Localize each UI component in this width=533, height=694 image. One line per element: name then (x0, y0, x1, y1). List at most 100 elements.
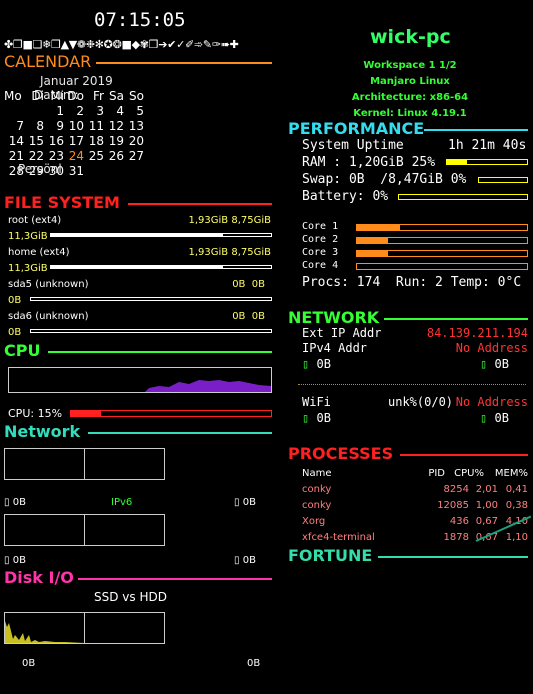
proc-mem: 1,10 (505, 532, 528, 543)
proc-pid: 436 (449, 516, 469, 527)
core-label: Core 1 (302, 221, 339, 232)
fs-used: 11,3GiB (8, 263, 48, 274)
proc-cpu: 2,01 (475, 484, 498, 495)
net-up-graph-2 (84, 514, 165, 546)
weekday: Mo (4, 89, 22, 103)
diskio-header: Disk I/O (4, 568, 272, 588)
proc-cpu: 1,00 (475, 500, 498, 511)
calendar-weekdays: Mo Di Mi Do Fr Sa So (4, 89, 144, 104)
proc-name: xfce4-terminal (302, 532, 375, 543)
fs-usage-bar (30, 297, 272, 301)
diskio-divider (78, 578, 272, 580)
proc-pid: 12085 (437, 500, 469, 511)
col-mem-header: MEM% (494, 468, 528, 479)
day: 8 (36, 119, 44, 133)
network-dotted-divider (298, 384, 526, 385)
wifi-up-value: 0B (494, 411, 509, 425)
eth-down-value: 0B (316, 357, 331, 371)
wifi-ip-value: No Address (455, 395, 528, 409)
day: 20 (128, 134, 144, 148)
filesystem-divider (128, 203, 272, 205)
processes-title: PROCESSES (288, 444, 394, 463)
day: 3 (96, 104, 104, 118)
fs-usage-bar (30, 329, 272, 333)
calendar-header: CALENDAR (4, 52, 272, 72)
distro-label: Manjaro Linux (370, 76, 450, 87)
wifi-down: ▯ 0B (302, 411, 331, 425)
battery-bar (398, 194, 528, 200)
weekday: Di (31, 89, 44, 103)
disk-ssd-graph (4, 612, 85, 644)
day: 4 (116, 104, 124, 118)
calendar-title: CALENDAR (4, 52, 92, 71)
fortune-divider (378, 556, 528, 558)
fs-sizes: 1,93GiB 8,75GiB (188, 215, 272, 226)
proc-name: conky (302, 484, 332, 495)
proc-pid: 1878 (443, 532, 469, 543)
day: 1 (56, 104, 64, 118)
up-icon: ▯ (234, 555, 240, 566)
day: 18 (88, 134, 104, 148)
ext-ip-label: Ext IP Addr (302, 326, 382, 340)
core-2-bar (356, 237, 528, 244)
system-info: Workspace 1 1/2 Manjaro Linux Architectu… (340, 58, 480, 122)
cpu-bar (70, 410, 272, 417)
processes-divider (400, 454, 528, 456)
performance-header: PERFORMANCE (288, 119, 528, 139)
performance-divider (424, 129, 528, 131)
day: 11 (88, 119, 104, 133)
symbol-row: ✤❐■❑❄❒▲▼❁❉✻✪❂■◆✾❐➔✔✓✐➾✎✑➠✚ (4, 38, 239, 51)
calendar-divider (96, 62, 272, 64)
day: 31 (68, 164, 84, 178)
calendar-week: 14 15 16 17 18 19 20 (4, 134, 144, 149)
down-icon: ▯ (302, 411, 310, 425)
day: 15 (28, 134, 44, 148)
network-right-header: NETWORK (288, 308, 528, 328)
uptime-value: 1h 21m 40s (448, 138, 527, 153)
proc-name: conky (302, 500, 332, 511)
day: 10 (68, 119, 84, 133)
weekday: Do (67, 89, 84, 103)
uptime-label: System Uptime (302, 138, 404, 153)
day: 7 (16, 119, 24, 133)
cpu-bar-fill (71, 411, 101, 416)
fs-usage-bar (50, 233, 272, 237)
day: 5 (136, 104, 144, 118)
wifi-down-value: 0B (316, 411, 331, 425)
down-icon: ▯ (4, 555, 10, 566)
fortune-title: FORTUNE (288, 546, 373, 565)
net-up-label: ▯ 0B (234, 497, 256, 508)
proc-mem: 0,41 (505, 484, 528, 495)
cpu-title: CPU (4, 341, 41, 360)
network-left-title: Network (4, 422, 81, 441)
net-down-graph-2 (4, 514, 85, 546)
net-up-graph (84, 448, 165, 480)
cpu-graph (8, 367, 272, 393)
fs-used: 0B (8, 327, 22, 338)
procs-summary: Procs: 174 Run: 2 Temp: 0°C (302, 275, 522, 290)
fs-used: 11,3GiB (8, 231, 48, 242)
day: 12 (108, 119, 124, 133)
cpu-divider (48, 351, 272, 353)
day: 13 (128, 119, 144, 133)
weekday: Fr (93, 89, 104, 103)
col-cpu-header: CPU% (454, 468, 484, 479)
cpu-label-text: CPU: (8, 407, 35, 420)
eth-up: ▯ 0B (480, 357, 509, 371)
up-icon: ▯ (480, 357, 488, 371)
core-label: Core 3 (302, 247, 339, 258)
filesystem-header: FILE SYSTEM (4, 193, 272, 213)
day (104, 164, 124, 179)
ram-label: RAM : 1,20GiB 25% (302, 155, 436, 170)
weekday: Sa (109, 89, 124, 103)
net-up-label-2: ▯ 0B (234, 555, 256, 566)
eth-up-value: 0B (494, 357, 509, 371)
net-up-value-2: 0B (242, 555, 256, 566)
net-down-label: ▯ 0B (4, 497, 26, 508)
net-down-value: 0B (12, 497, 26, 508)
core-1-bar (356, 224, 528, 231)
day (84, 164, 104, 179)
calendar-month: Januar 2019 (40, 74, 113, 88)
fs-sizes: 0B 0B (232, 279, 265, 290)
fs-usage-bar (50, 265, 272, 269)
